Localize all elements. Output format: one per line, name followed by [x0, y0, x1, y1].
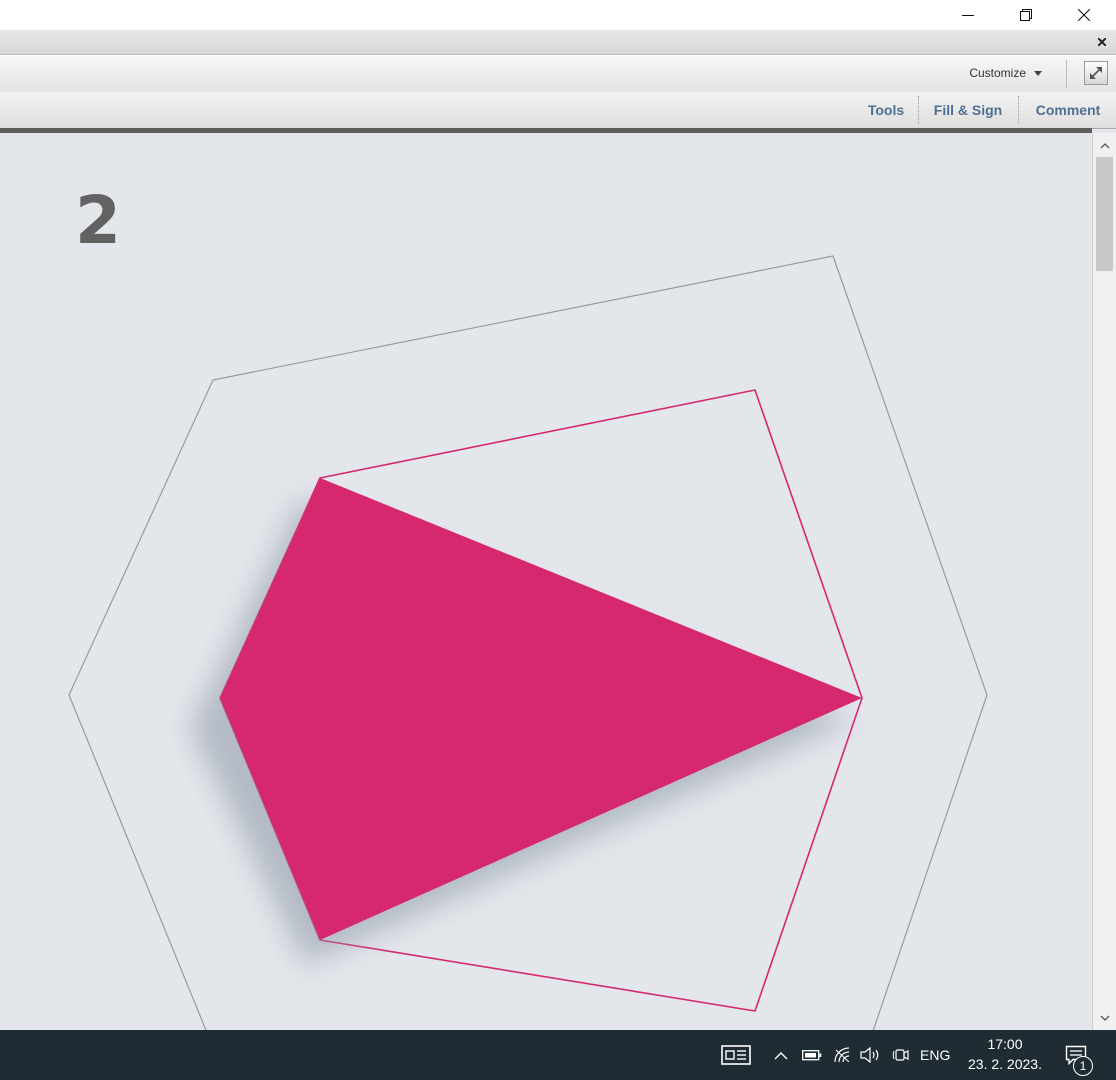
toolbar-separator [1066, 60, 1067, 88]
pane-separator [918, 96, 920, 124]
notification-count-badge: 1 [1073, 1056, 1093, 1076]
chevron-up-icon [1100, 143, 1110, 149]
minimize-button[interactable] [939, 0, 997, 30]
vertical-scrollbar[interactable] [1092, 133, 1116, 1030]
battery-button[interactable] [799, 1030, 825, 1080]
scroll-up-button[interactable] [1095, 137, 1115, 155]
pane-separator [1018, 96, 1020, 124]
meet-now-icon [892, 1049, 909, 1061]
read-mode-button[interactable] [1084, 61, 1108, 85]
close-document-button[interactable] [1094, 34, 1110, 50]
task-pane-bar: Tools Fill & Sign Comment [0, 92, 1116, 129]
battery-icon [802, 1050, 822, 1061]
restore-button[interactable] [997, 0, 1055, 30]
customize-label: Customize [969, 66, 1026, 80]
close-button[interactable] [1055, 0, 1113, 30]
clock-time: 17:00 [987, 1036, 1023, 1052]
restore-icon [1020, 9, 1032, 21]
chevron-down-icon [1100, 1015, 1110, 1021]
clock-date: 23. 2. 2023. [968, 1056, 1042, 1072]
fill-sign-button[interactable]: Fill & Sign [922, 92, 1014, 128]
chevron-up-icon [774, 1051, 788, 1059]
tools-button[interactable]: Tools [856, 92, 916, 128]
page-artwork [68, 255, 988, 1030]
customize-dropdown[interactable]: Customize [969, 66, 1042, 80]
taskbar: ENG 17:00 23. 2. 2023. [0, 1030, 1116, 1080]
meet-now-button[interactable] [889, 1030, 913, 1080]
main-toolbar: Customize [0, 55, 1116, 93]
network-button[interactable] [830, 1030, 854, 1080]
close-icon [1078, 9, 1090, 21]
news-button[interactable] [716, 1030, 756, 1080]
news-icon [721, 1045, 751, 1065]
comment-button[interactable]: Comment [1024, 92, 1112, 128]
pink-kite-shape [220, 478, 862, 940]
document-view[interactable]: 2 [0, 133, 1092, 1030]
clock[interactable]: 17:00 23. 2. 2023. [962, 1034, 1048, 1074]
expand-icon [1090, 67, 1102, 79]
title-bar [0, 0, 1116, 30]
show-hidden-icons-button[interactable] [770, 1030, 792, 1080]
scroll-thumb[interactable] [1096, 157, 1113, 271]
input-language-indicator[interactable]: ENG [920, 1030, 950, 1080]
document-tab-strip [0, 30, 1116, 55]
volume-icon [860, 1047, 879, 1063]
chevron-down-icon [1034, 70, 1042, 76]
volume-button[interactable] [858, 1030, 884, 1080]
wifi-icon [834, 1047, 850, 1063]
scroll-down-button[interactable] [1095, 1009, 1115, 1027]
minimize-icon [962, 15, 974, 16]
close-icon [1098, 38, 1106, 46]
